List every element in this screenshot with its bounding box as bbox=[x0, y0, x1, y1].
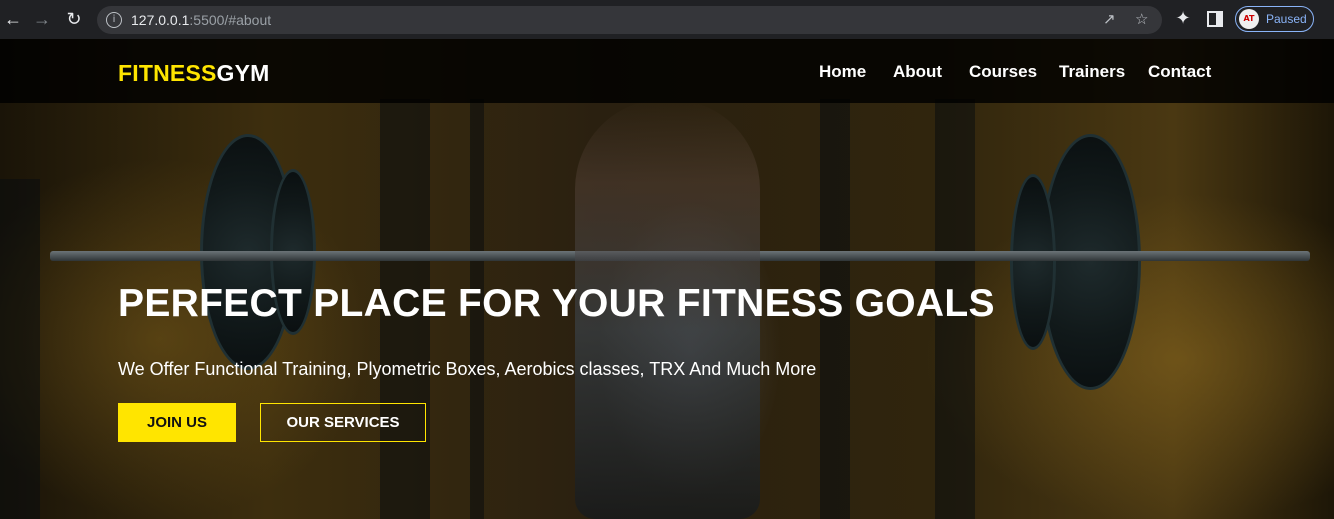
profile-avatar: AT bbox=[1239, 9, 1259, 29]
nav-contact[interactable]: Contact bbox=[1148, 62, 1211, 82]
reload-icon[interactable]: ↻ bbox=[63, 8, 85, 30]
join-us-button[interactable]: JOIN US bbox=[118, 403, 236, 442]
bookmark-star-icon[interactable]: ☆ bbox=[1135, 10, 1148, 28]
share-icon[interactable]: ↗ bbox=[1103, 10, 1116, 28]
side-panel-icon[interactable] bbox=[1204, 8, 1226, 30]
website: FITNESSGYM Home About Courses Trainers C… bbox=[0, 39, 1334, 519]
hero-title: PERFECT PLACE FOR YOUR FITNESS GOALS bbox=[118, 282, 995, 325]
logo-fitness: FITNESS bbox=[118, 60, 217, 86]
nav-about[interactable]: About bbox=[893, 62, 942, 82]
back-icon[interactable]: ← bbox=[2, 8, 24, 30]
url-text[interactable]: 127.0.0.1:5500/#about bbox=[131, 12, 271, 28]
site-logo[interactable]: FITNESSGYM bbox=[118, 60, 270, 87]
nav-home[interactable]: Home bbox=[819, 62, 866, 82]
our-services-button[interactable]: OUR SERVICES bbox=[260, 403, 426, 442]
hero-subtitle: We Offer Functional Training, Plyometric… bbox=[118, 359, 817, 379]
logo-gym: GYM bbox=[216, 60, 270, 86]
url-path: :5500/#about bbox=[189, 12, 272, 28]
site-navbar: FITNESSGYM Home About Courses Trainers C… bbox=[0, 39, 1334, 103]
forward-icon[interactable]: → bbox=[31, 8, 53, 30]
extensions-icon[interactable]: ✦ bbox=[1172, 8, 1194, 30]
nav-courses[interactable]: Courses bbox=[969, 62, 1037, 82]
browser-toolbar: ← → ↻ i 127.0.0.1:5500/#about ↗ ☆ ✦ AT P… bbox=[0, 0, 1334, 39]
profile-button[interactable]: AT Paused bbox=[1235, 6, 1314, 32]
profile-status: Paused bbox=[1266, 12, 1307, 26]
hero-background-image bbox=[0, 39, 1334, 519]
url-host: 127.0.0.1 bbox=[131, 12, 190, 28]
site-info-icon[interactable]: i bbox=[106, 12, 122, 28]
nav-trainers[interactable]: Trainers bbox=[1059, 62, 1125, 82]
address-bar[interactable]: i 127.0.0.1:5500/#about ↗ ☆ bbox=[97, 6, 1162, 34]
